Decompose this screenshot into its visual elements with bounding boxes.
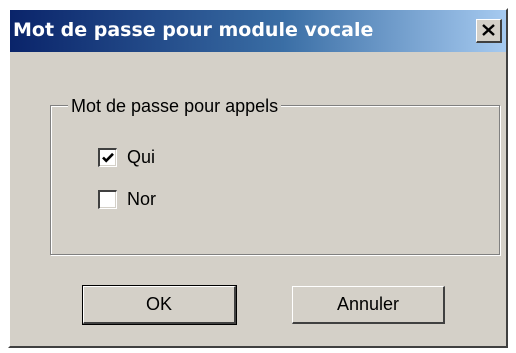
checkbox-nor[interactable]: [98, 190, 117, 209]
checkbox-qui-label[interactable]: Qui: [127, 147, 155, 168]
title-bar[interactable]: Mot de passe pour module vocale: [10, 10, 506, 52]
cancel-button[interactable]: Annuler: [292, 286, 445, 324]
ok-button[interactable]: OK: [82, 285, 237, 325]
password-groupbox: [50, 105, 500, 255]
dialog-title: Mot de passe pour module vocale: [13, 19, 374, 41]
groupbox-label: Mot de passe pour appels: [68, 96, 282, 117]
checkbox-nor-label[interactable]: Nor: [127, 189, 156, 210]
close-button[interactable]: [476, 19, 502, 43]
password-dialog: Mot de passe pour module vocale Mot de p…: [8, 8, 508, 348]
checkbox-qui[interactable]: [98, 148, 117, 167]
